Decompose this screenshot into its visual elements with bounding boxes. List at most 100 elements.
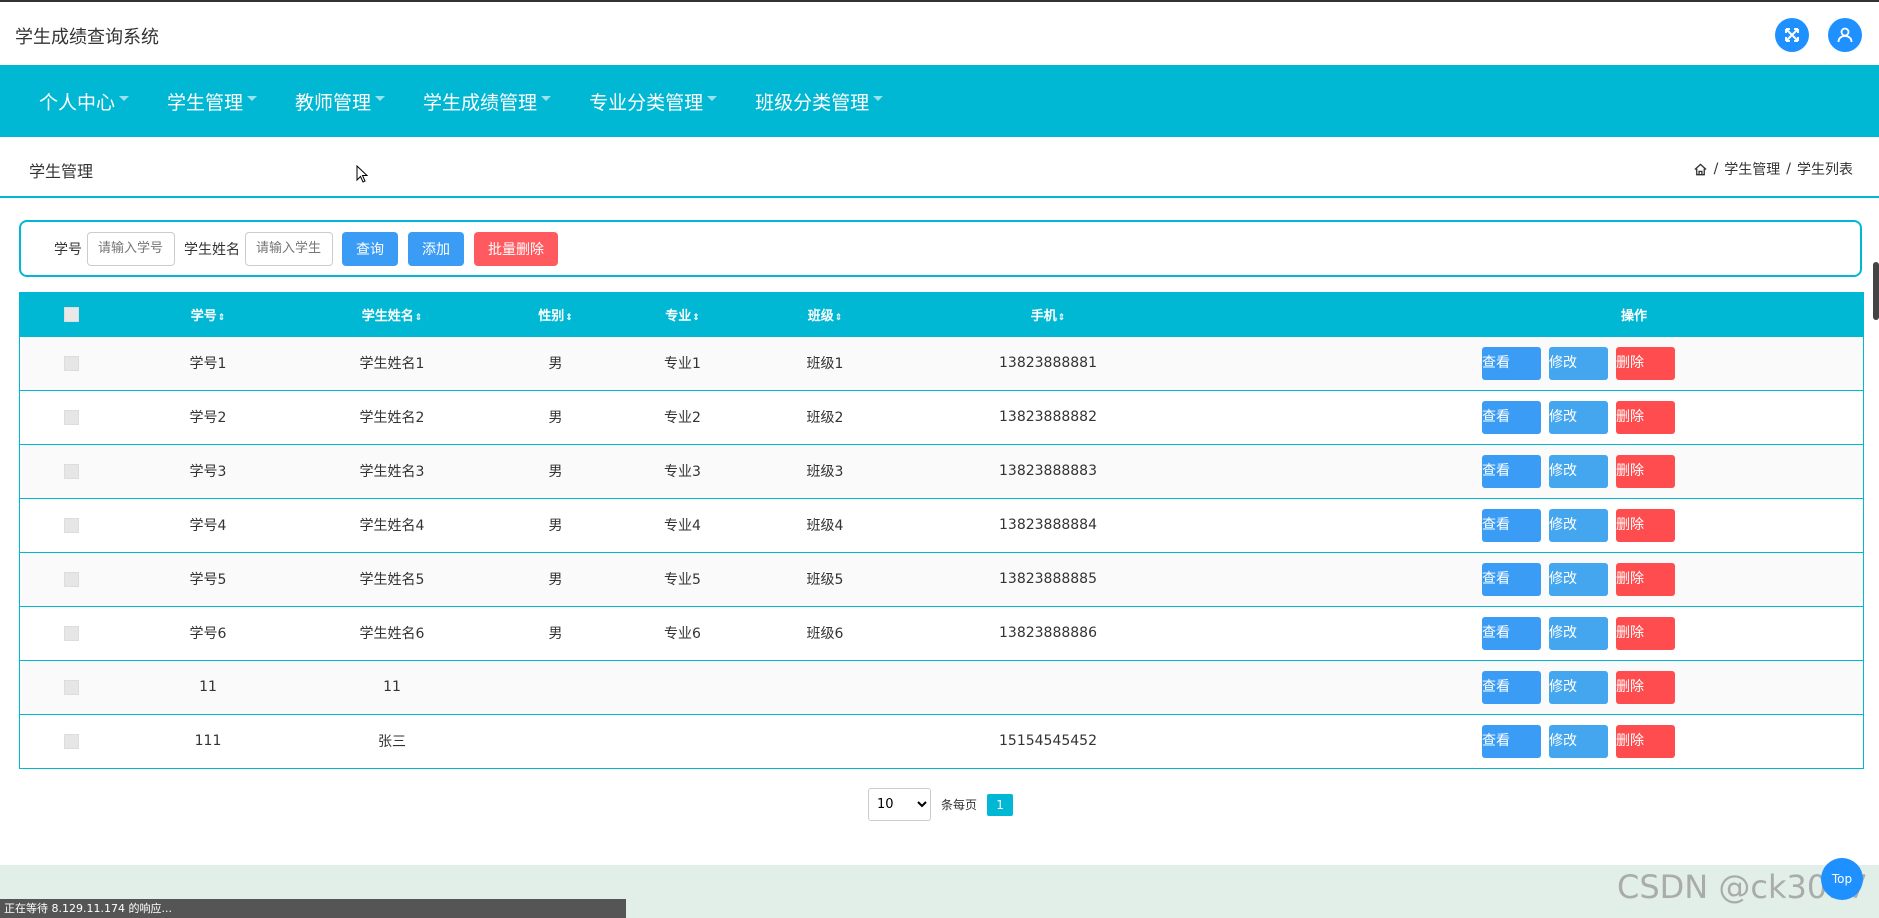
home-icon[interactable]	[1693, 162, 1708, 177]
row-checkbox[interactable]	[64, 463, 79, 479]
app-title: 学生成绩查询系统	[15, 27, 159, 48]
edit-button[interactable]: 修改	[1549, 616, 1608, 650]
breadcrumb-section[interactable]: 学生管理	[1724, 159, 1780, 179]
table-row: 学号4 学生姓名4 男 专业4 班级4 13823888884 查看 修改 删除	[20, 498, 1863, 552]
view-button[interactable]: 查看	[1482, 616, 1541, 650]
view-button[interactable]: 查看	[1482, 670, 1541, 704]
edit-button[interactable]: 修改	[1549, 346, 1608, 380]
delete-button[interactable]: 删除	[1616, 670, 1675, 704]
query-button[interactable]: 查询	[342, 231, 398, 266]
nav-item-student-management[interactable]: 学生管理	[148, 88, 276, 115]
batch-delete-button[interactable]: 批量删除	[474, 231, 558, 266]
row-select-cell	[20, 606, 123, 660]
student-name-label: 学生姓名	[184, 241, 240, 258]
user-icon[interactable]	[1828, 18, 1862, 52]
delete-button[interactable]: 删除	[1616, 454, 1675, 488]
cell-class	[745, 714, 905, 768]
delete-button[interactable]: 删除	[1616, 400, 1675, 434]
delete-button[interactable]: 删除	[1616, 562, 1675, 596]
cell-class: 班级1	[806, 356, 844, 372]
column-label: 操作	[1620, 308, 1647, 324]
chevron-down-icon	[119, 95, 130, 101]
column-header-id[interactable]: 学号⇕	[123, 293, 293, 336]
cell-phone: 13823888881	[999, 355, 1097, 371]
column-header-gender[interactable]: 性别⇕	[491, 293, 620, 336]
table-row: 学号6 学生姓名6 男 专业6 班级6 13823888886 查看 修改 删除	[20, 606, 1863, 660]
column-header-name[interactable]: 学生姓名⇕	[293, 293, 491, 336]
view-button[interactable]: 查看	[1482, 508, 1541, 542]
nav-item-major-category[interactable]: 专业分类管理	[570, 88, 736, 115]
delete-button[interactable]: 删除	[1616, 724, 1675, 758]
view-button[interactable]: 查看	[1482, 346, 1541, 380]
view-button[interactable]: 查看	[1482, 454, 1541, 488]
row-select-cell	[20, 444, 123, 498]
edit-button[interactable]: 修改	[1549, 508, 1608, 542]
select-all-checkbox[interactable]	[64, 306, 79, 322]
sort-icon: ⇕	[692, 312, 700, 323]
row-checkbox[interactable]	[64, 355, 79, 371]
view-button[interactable]: 查看	[1482, 562, 1541, 596]
breadcrumb-separator: /	[1713, 161, 1719, 177]
edit-button[interactable]: 修改	[1549, 670, 1608, 704]
table-row: 学号3 学生姓名3 男 专业3 班级3 13823888883 查看 修改 删除	[20, 444, 1863, 498]
cell-class: 班级5	[806, 572, 844, 588]
back-to-top-button[interactable]: Top	[1821, 858, 1863, 900]
page-number-current[interactable]: 1	[987, 793, 1014, 816]
student-name-input[interactable]	[245, 231, 333, 266]
nav-item-grade-management[interactable]: 学生成绩管理	[404, 88, 570, 115]
page-title: 学生管理	[29, 162, 94, 181]
cell-major: 专业3	[664, 464, 701, 480]
column-header-major[interactable]: 专业⇕	[620, 293, 745, 336]
top-header: 学生成绩查询系统	[0, 0, 1879, 65]
scrollbar-thumb[interactable]	[1873, 262, 1879, 320]
table-row: 学号1 学生姓名1 男 专业1 班级1 13823888881 查看 修改 删除	[20, 336, 1863, 390]
column-header-class[interactable]: 班级⇕	[745, 293, 905, 336]
delete-button[interactable]: 删除	[1616, 346, 1675, 380]
view-button[interactable]: 查看	[1482, 400, 1541, 434]
cell-student-name: 11	[383, 679, 401, 695]
edit-button[interactable]: 修改	[1549, 724, 1608, 758]
cell-actions: 查看 修改 删除	[1191, 444, 1863, 498]
nav-item-teacher-management[interactable]: 教师管理	[276, 88, 404, 115]
student-table: 学号⇕ 学生姓名⇕ 性别⇕ 专业⇕ 班级⇕ 手机⇕ 操作 学号1 学生姓名1 男专业…	[19, 292, 1864, 769]
fullscreen-icon[interactable]	[1775, 18, 1809, 52]
browser-status-bar: 正在等待 8.129.11.174 的响应...	[0, 899, 626, 918]
row-checkbox[interactable]	[64, 571, 79, 587]
cell-student-name: 学生姓名1	[359, 356, 425, 372]
edit-button[interactable]: 修改	[1549, 562, 1608, 596]
cell-student-id: 学号1	[189, 356, 227, 372]
nav-item-label: 学生管理	[167, 91, 244, 114]
row-checkbox[interactable]	[64, 733, 79, 749]
nav-item-personal-center[interactable]: 个人中心	[20, 88, 148, 115]
add-button[interactable]: 添加	[408, 231, 464, 266]
column-label: 手机	[1030, 308, 1057, 324]
cell-gender	[491, 660, 620, 714]
row-checkbox[interactable]	[64, 517, 79, 533]
row-checkbox[interactable]	[64, 409, 79, 425]
student-id-input[interactable]	[87, 231, 175, 266]
delete-button[interactable]: 删除	[1616, 508, 1675, 542]
cell-phone: 13823888886	[999, 625, 1097, 641]
cell-major: 专业1	[664, 356, 701, 372]
column-header-phone[interactable]: 手机⇕	[905, 293, 1191, 336]
row-select-cell	[20, 390, 123, 444]
cell-actions: 查看 修改 删除	[1191, 336, 1863, 390]
delete-button[interactable]: 删除	[1616, 616, 1675, 650]
main-nav: 个人中心 学生管理 教师管理 学生成绩管理 专业分类管理 班级分类管理	[0, 65, 1879, 137]
row-checkbox[interactable]	[64, 625, 79, 641]
select-all-cell	[20, 293, 123, 336]
edit-button[interactable]: 修改	[1549, 454, 1608, 488]
cell-class: 班级6	[806, 626, 844, 642]
cell-gender: 男	[548, 518, 563, 534]
cell-student-name: 张三	[378, 734, 406, 751]
column-header-spacer	[1527, 293, 1863, 336]
table-header-row: 学号⇕ 学生姓名⇕ 性别⇕ 专业⇕ 班级⇕ 手机⇕ 操作	[20, 293, 1863, 336]
nav-item-class-category[interactable]: 班级分类管理	[736, 88, 902, 115]
view-button[interactable]: 查看	[1482, 724, 1541, 758]
page-size-select[interactable]: 10	[868, 788, 931, 821]
cell-student-id: 学号6	[189, 626, 227, 642]
edit-button[interactable]: 修改	[1549, 400, 1608, 434]
row-checkbox[interactable]	[64, 679, 79, 695]
row-select-cell	[20, 660, 123, 714]
nav-item-label: 学生成绩管理	[423, 91, 538, 114]
